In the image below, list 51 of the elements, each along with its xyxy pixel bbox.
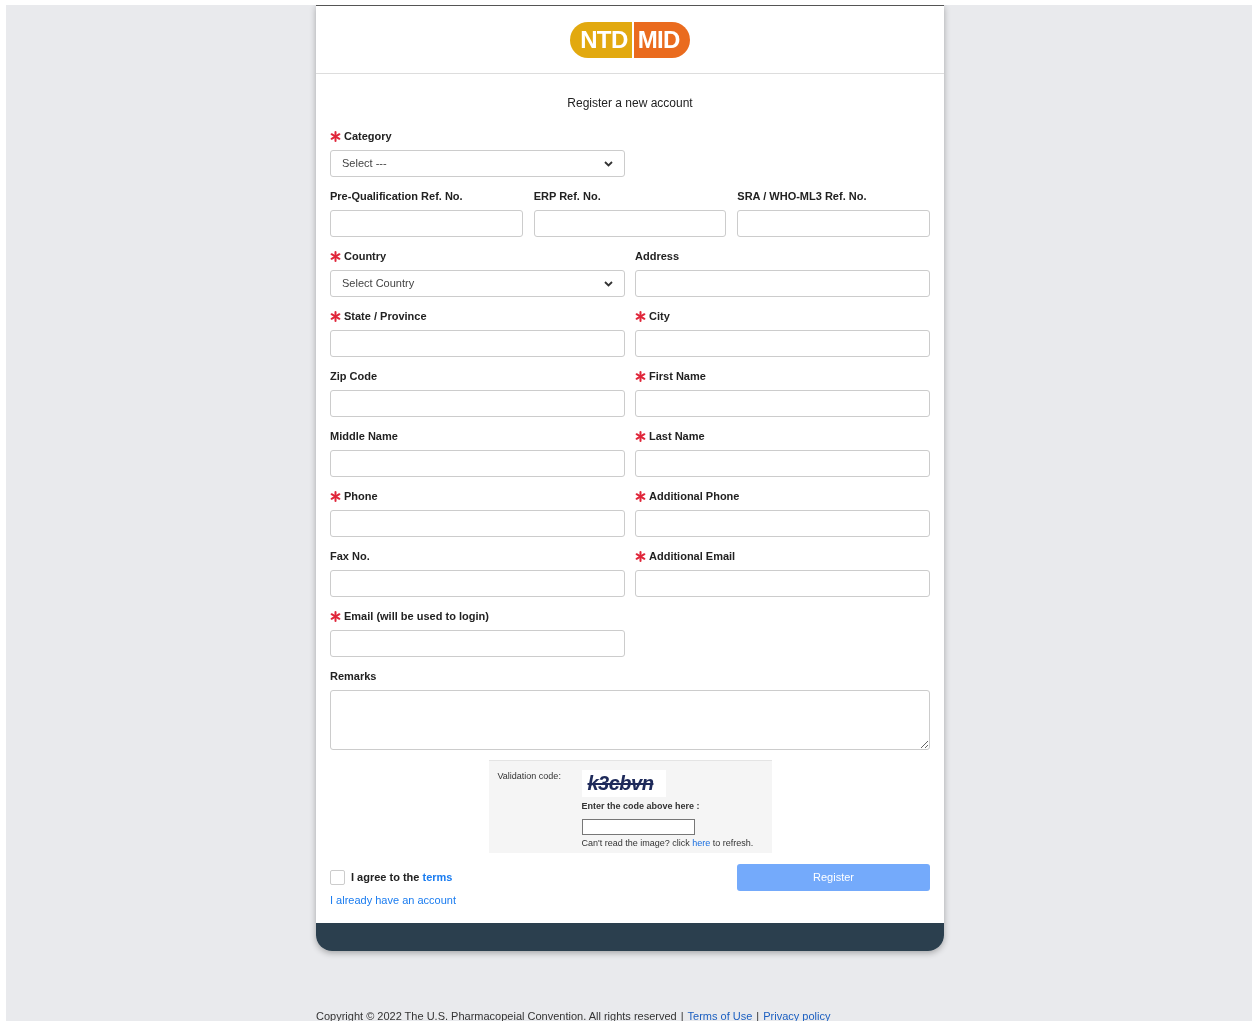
chevron-down-icon [604, 160, 613, 167]
terms-link[interactable]: terms [422, 869, 453, 886]
field-label: First Name [649, 368, 706, 384]
field-label: ERP Ref. No. [533, 188, 601, 204]
field-label: Pre-Qualification Ref. No. [330, 188, 463, 204]
logo: NTD MID [570, 21, 690, 58]
remarks-field[interactable] [330, 690, 930, 750]
select-field[interactable]: Select Country [330, 270, 625, 297]
input-field[interactable] [330, 510, 625, 537]
input-field[interactable] [635, 570, 930, 597]
input-field[interactable] [737, 210, 930, 237]
field-label: Additional Email [649, 548, 736, 564]
field-label: Additional Phone [649, 488, 740, 504]
form-heading: Register a new account [567, 96, 693, 110]
input-field[interactable] [330, 390, 625, 417]
input-field[interactable] [635, 510, 930, 537]
field-label: Category [344, 128, 392, 144]
field-label: Fax No. [330, 548, 370, 564]
input-field[interactable] [330, 330, 625, 357]
input-field[interactable] [533, 210, 727, 237]
input-field[interactable] [330, 630, 625, 657]
input-field[interactable] [635, 270, 930, 297]
select-field[interactable]: Select --- [330, 150, 625, 177]
field-label: Address [635, 248, 680, 264]
field-label: Middle Name [330, 428, 398, 444]
terms-of-use-link[interactable]: Terms of Use [687, 1008, 753, 1021]
field-label: Phone [344, 488, 378, 504]
agree-checkbox[interactable] [330, 870, 345, 885]
input-field[interactable] [635, 330, 930, 357]
field-label: State / Province [344, 308, 427, 324]
captcha-label: Validation code: [497, 771, 561, 781]
field-label: SRA / WHO-ML3 Ref. No. [737, 188, 867, 204]
captcha-input[interactable] [581, 818, 695, 835]
captcha-image: k3cbvn [581, 770, 666, 797]
field-label: Last Name [649, 428, 705, 444]
refresh-text: Can't read the image? click here to refresh. [581, 836, 754, 850]
refresh-link[interactable]: here [692, 837, 711, 848]
chevron-down-icon [604, 280, 613, 287]
captcha-prompt: Enter the code above here : [581, 800, 701, 813]
agree-label: I agree to the [351, 870, 420, 886]
field-label: City [649, 308, 670, 324]
input-field[interactable] [330, 570, 625, 597]
field-label: Zip Code [330, 368, 378, 384]
input-field[interactable] [330, 450, 625, 477]
input-field[interactable] [330, 210, 523, 237]
field-label: Country [344, 248, 387, 264]
input-field[interactable] [635, 390, 930, 417]
input-field[interactable] [635, 450, 930, 477]
field-label: Remarks [330, 668, 377, 684]
field-label: Email (will be used to login) [344, 608, 489, 624]
login-link[interactable]: I already have an account [330, 892, 456, 909]
